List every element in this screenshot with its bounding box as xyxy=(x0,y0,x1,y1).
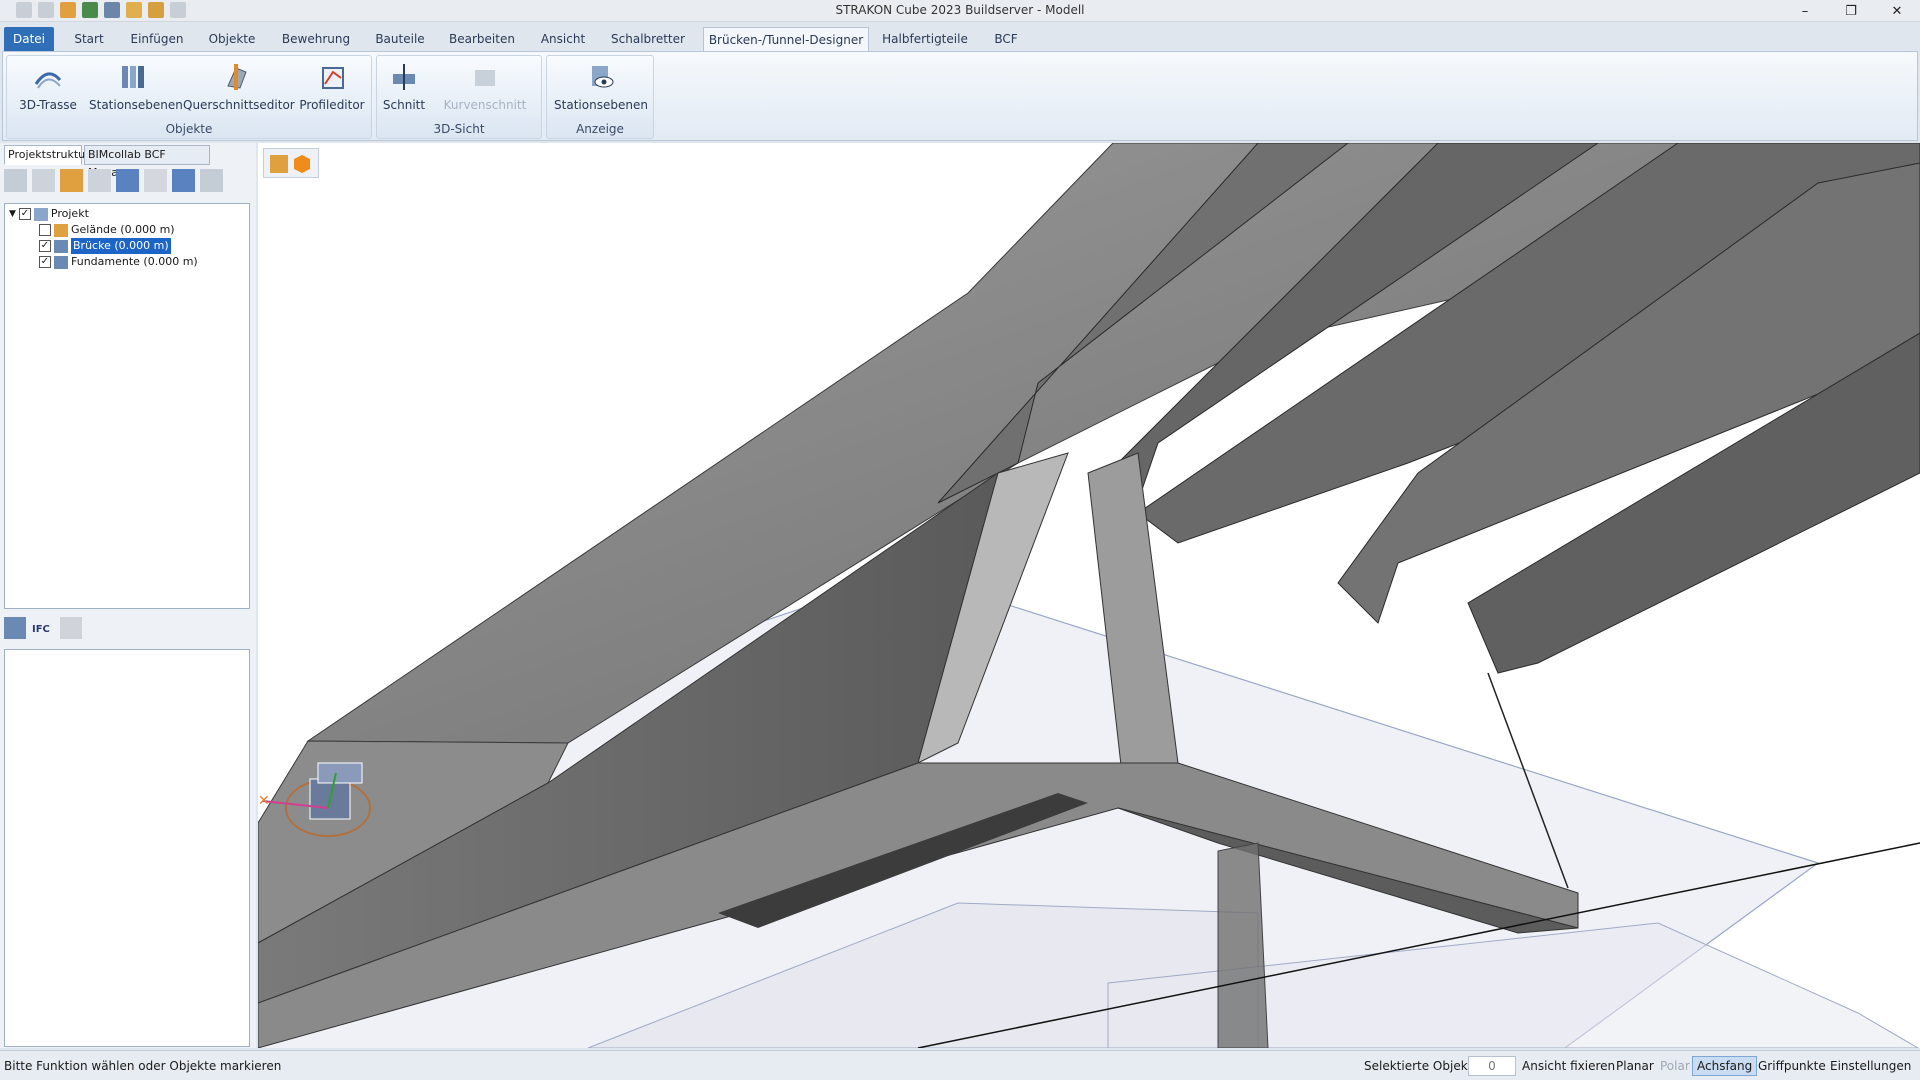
up-icon[interactable] xyxy=(88,169,111,192)
group-label-objekte: Objekte xyxy=(165,122,213,136)
project-tree: ▼ ✓ Projekt Gelände (0.000 m) ✓ Brücke (… xyxy=(4,203,250,609)
ansicht-fixieren-toggle[interactable]: Ansicht fixieren xyxy=(1522,1059,1615,1073)
tree-node-fundamente[interactable]: ✓ Fundamente (0.000 m) xyxy=(39,254,198,270)
group-label-anzeige: Anzeige xyxy=(576,122,624,136)
kurvenschnitt-button[interactable]: Kurvenschnitt xyxy=(435,62,535,112)
tab-ansicht[interactable]: Ansicht xyxy=(536,27,590,51)
terrain-icon xyxy=(54,223,68,237)
planar-toggle[interactable]: Planar xyxy=(1616,1059,1654,1073)
stack-icon[interactable] xyxy=(200,169,223,192)
delete-icon[interactable] xyxy=(144,169,167,192)
tab-schalbretter[interactable]: Schalbretter xyxy=(606,27,690,51)
achsfang-toggle[interactable]: Achsfang xyxy=(1692,1056,1758,1076)
building-icon xyxy=(54,255,68,269)
settings-icon[interactable] xyxy=(172,169,195,192)
tree-checkbox[interactable]: ✓ xyxy=(39,256,51,268)
tab-halbfertigteile[interactable]: Halbfertigteile xyxy=(882,27,968,51)
tree-node-projekt[interactable]: ▼ ✓ Projekt xyxy=(9,206,89,222)
tab-start[interactable]: Start xyxy=(68,27,110,51)
unlink-icon[interactable] xyxy=(60,617,82,639)
tree-checkbox[interactable] xyxy=(39,224,51,236)
cube-icon[interactable] xyxy=(294,155,310,173)
project-panel: Projektstruktur BIMcollab BCF Manager ▼ … xyxy=(0,143,256,1048)
tab-datei[interactable]: Datei xyxy=(4,27,54,51)
curve-section-icon xyxy=(470,62,500,92)
title-bar: STRAKON Cube 2023 Buildserver - Modell –… xyxy=(0,0,1920,22)
add-ifc-button[interactable]: IFC xyxy=(32,617,54,639)
einstellungen-button[interactable]: Einstellungen xyxy=(1830,1059,1911,1073)
project-icon xyxy=(33,207,48,221)
ribbon-group-objekte: 3D-Trasse Stationsebenen Querschnittsedi… xyxy=(6,55,372,139)
tab-einfuegen[interactable]: Einfügen xyxy=(126,27,188,51)
tree-toolbar xyxy=(4,169,223,195)
planes-eye-icon xyxy=(586,62,616,92)
ribbon-group-anzeige: Stationsebenen Anzeige xyxy=(546,55,654,139)
profileditor-button[interactable]: Profileditor xyxy=(297,62,367,112)
griffpunkte-toggle[interactable]: Griffpunkte xyxy=(1758,1059,1826,1073)
tab-projektstruktur[interactable]: Projektstruktur xyxy=(4,145,90,165)
section-icon xyxy=(389,62,419,92)
polar-toggle[interactable]: Polar xyxy=(1660,1059,1690,1073)
tree-node-gelaende[interactable]: Gelände (0.000 m) xyxy=(39,222,175,238)
stationsebenen-anzeige-button[interactable]: Stationsebenen xyxy=(553,62,649,112)
viewport-toolbar xyxy=(263,148,319,178)
tree-checkbox[interactable]: ✓ xyxy=(39,240,51,252)
tab-bearbeiten[interactable]: Bearbeiten xyxy=(446,27,518,51)
ribbon: 3D-Trasse Stationsebenen Querschnittsedi… xyxy=(2,51,1918,141)
building-icon xyxy=(54,239,68,253)
svg-text:✕: ✕ xyxy=(258,793,270,809)
3d-viewport[interactable]: ✕ xyxy=(258,143,1920,1048)
expand-icon[interactable]: ▼ xyxy=(9,206,16,222)
status-bar: Bitte Funktion wählen oder Objekte marki… xyxy=(0,1050,1920,1080)
window-title: STRAKON Cube 2023 Buildserver - Modell xyxy=(835,3,1085,17)
ribbon-group-3d-sicht: Schnitt Kurvenschnitt 3D-Sicht xyxy=(376,55,542,139)
ribbon-tabs: Datei Start Einfügen Objekte Bewehrung B… xyxy=(0,25,1920,51)
querschnittseditor-button[interactable]: Querschnittseditor xyxy=(183,62,295,112)
tab-bcf[interactable]: BCF xyxy=(988,27,1024,51)
selected-objects-count: 0 xyxy=(1468,1056,1516,1076)
navigation-cube[interactable]: ✕ xyxy=(258,743,378,848)
add-model-icon[interactable] xyxy=(4,617,26,639)
tab-objekte[interactable]: Objekte xyxy=(204,27,260,51)
view-settings-icon[interactable] xyxy=(270,155,288,173)
curve-icon xyxy=(33,62,63,92)
selected-objects-label: Selektierte Objekte xyxy=(1364,1059,1480,1073)
up-arrow-icon[interactable] xyxy=(32,169,55,192)
brush-icon[interactable] xyxy=(116,169,139,192)
stationsebenen-button[interactable]: Stationsebenen xyxy=(89,62,183,112)
tab-bruecken-tunnel-designer[interactable]: Brücken-/Tunnel-Designer xyxy=(703,27,869,51)
layers-icon[interactable] xyxy=(4,169,27,192)
planes-icon xyxy=(117,62,147,92)
tab-bimcollab-bcf-manager[interactable]: BIMcollab BCF Manager xyxy=(84,145,210,179)
group-label-3d-sicht: 3D-Sicht xyxy=(433,122,485,136)
home-icon[interactable] xyxy=(60,169,83,192)
tab-bewehrung[interactable]: Bewehrung xyxy=(278,27,354,51)
bridge-model-render xyxy=(258,143,1920,1048)
close-button[interactable]: ✕ xyxy=(1874,0,1920,22)
ifc-list xyxy=(4,649,250,1047)
minimize-button[interactable]: – xyxy=(1782,0,1828,22)
3d-trasse-button[interactable]: 3D-Trasse xyxy=(13,62,83,112)
profile-icon xyxy=(317,62,347,92)
tree-checkbox[interactable]: ✓ xyxy=(18,208,31,220)
schnitt-button[interactable]: Schnitt xyxy=(381,62,427,112)
cross-section-icon xyxy=(222,62,252,92)
ifc-toolbar: IFC xyxy=(4,617,82,643)
maximize-button[interactable]: ❐ xyxy=(1828,0,1874,22)
status-message: Bitte Funktion wählen oder Objekte marki… xyxy=(4,1059,282,1073)
tree-node-bruecke[interactable]: ✓ Brücke (0.000 m) xyxy=(39,238,171,254)
tab-bauteile[interactable]: Bauteile xyxy=(370,27,430,51)
